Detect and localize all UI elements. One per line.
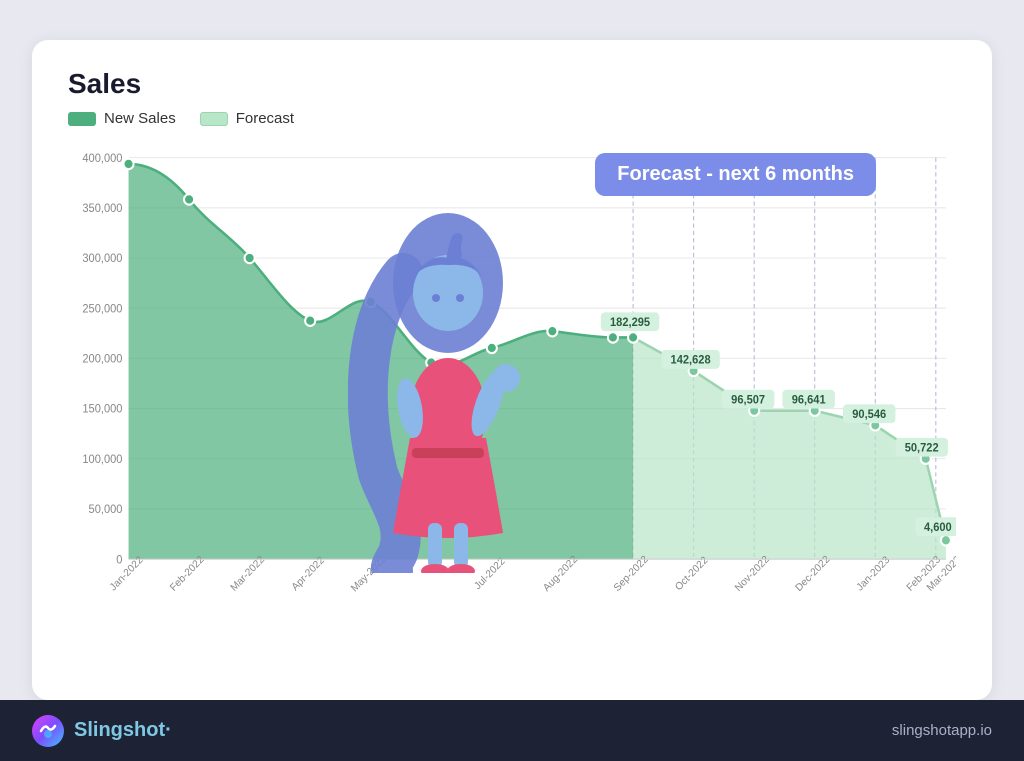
chart-area: Forecast - next 6 months 400,000 350,000… [68,143,956,603]
svg-text:150,000: 150,000 [82,404,122,416]
svg-text:50,722: 50,722 [905,442,939,454]
svg-text:Feb-2022: Feb-2022 [168,554,206,594]
footer: Slingshot· slingshotapp.io [0,700,1024,761]
svg-text:Apr-2022: Apr-2022 [290,555,327,594]
svg-text:Dec-2022: Dec-2022 [794,554,833,594]
svg-text:50,000: 50,000 [89,504,123,516]
svg-text:100,000: 100,000 [82,454,122,466]
svg-text:Jan-2023: Jan-2023 [855,554,893,593]
svg-text:4,600: 4,600 [924,522,952,534]
legend-forecast: Forecast [200,110,294,127]
footer-brand-name: Slingshot· [74,719,172,742]
svg-text:350,000: 350,000 [82,203,122,215]
svg-text:90,546: 90,546 [852,409,886,421]
svg-text:Nov-2022: Nov-2022 [733,554,772,594]
legend: New Sales Forecast [68,110,956,127]
legend-swatch-forecast [200,112,228,126]
svg-text:96,507: 96,507 [731,394,765,406]
svg-text:Mar-2022: Mar-2022 [229,554,267,594]
legend-new-sales: New Sales [68,110,176,127]
legend-swatch-new-sales [68,112,96,126]
chart-card: Sales New Sales Forecast Forecast - next… [32,40,992,700]
svg-text:Oct-2022: Oct-2022 [673,555,710,594]
chart-title: Sales [68,68,956,100]
footer-brand: Slingshot· [32,715,172,747]
svg-text:142,628: 142,628 [671,354,711,366]
svg-text:Aug-2022: Aug-2022 [541,554,580,594]
footer-url: slingshotapp.io [892,722,992,739]
svg-text:96,641: 96,641 [792,394,826,406]
svg-text:0: 0 [116,554,122,566]
legend-label-new-sales: New Sales [104,110,176,127]
svg-text:Jan-2022: Jan-2022 [108,554,146,593]
svg-text:250,000: 250,000 [82,303,122,315]
svg-text:182,295: 182,295 [610,317,650,329]
footer-logo-icon [32,715,64,747]
svg-text:Jul-2022: Jul-2022 [473,556,508,592]
svg-text:400,000: 400,000 [82,153,122,165]
svg-text:200,000: 200,000 [82,353,122,365]
svg-text:Sep-2022: Sep-2022 [612,554,651,594]
svg-text:300,000: 300,000 [82,253,122,265]
legend-label-forecast: Forecast [236,110,294,127]
forecast-banner: Forecast - next 6 months [595,153,876,196]
chart-svg: 400,000 350,000 300,000 250,000 200,000 … [68,143,956,603]
